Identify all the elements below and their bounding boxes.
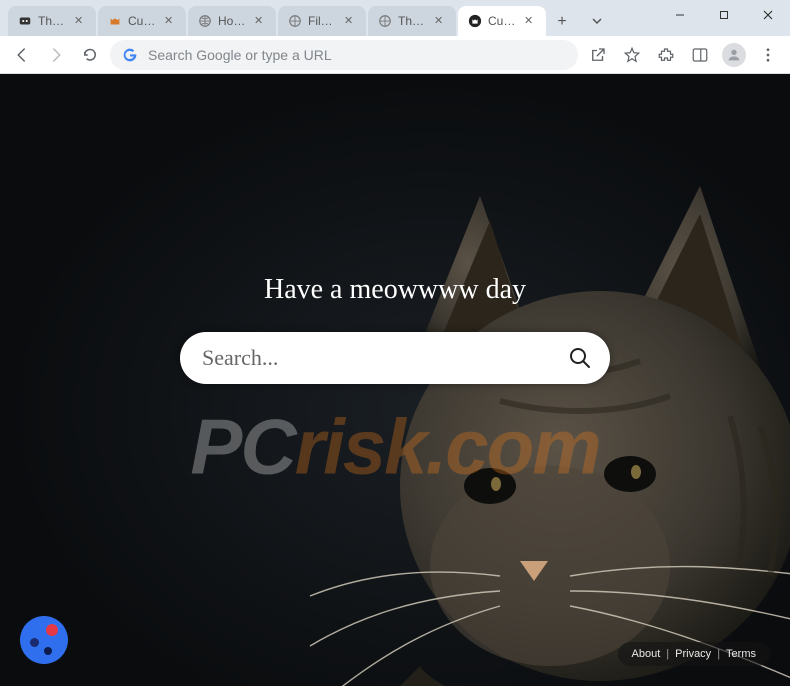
tabs-strip: The Pirate ✕ Cute Cats ✕ Home | C ✕ File… — [0, 0, 612, 36]
new-tab-button[interactable]: + — [548, 8, 576, 36]
tab-1[interactable]: Cute Cats ✕ — [98, 6, 186, 36]
favicon-pirate-icon — [18, 14, 32, 28]
footer-about-link[interactable]: About — [632, 648, 661, 660]
tab-title: The Pirate — [38, 14, 68, 28]
close-icon[interactable]: ✕ — [164, 15, 176, 27]
hero-section: Have a meowwww day — [180, 274, 610, 384]
tab-0[interactable]: The Pirate ✕ — [8, 6, 96, 36]
google-icon — [122, 47, 138, 63]
close-icon[interactable]: ✕ — [74, 15, 86, 27]
favicon-extension-icon — [468, 14, 482, 28]
footer-privacy-link[interactable]: Privacy — [675, 648, 711, 660]
tab-4[interactable]: Thank yo ✕ — [368, 6, 456, 36]
window-controls — [658, 0, 790, 30]
favicon-globe-icon — [198, 14, 212, 28]
separator: | — [666, 648, 669, 660]
tab-5-active[interactable]: Cute Cats ✕ — [458, 6, 546, 36]
avatar-icon — [722, 43, 746, 67]
close-icon[interactable]: ✕ — [434, 15, 446, 27]
tab-2[interactable]: Home | C ✕ — [188, 6, 276, 36]
tab-title: Cute Cats — [128, 14, 158, 28]
tabs-dropdown-button[interactable] — [582, 6, 612, 36]
tab-title: Home | C — [218, 14, 248, 28]
favicon-globe-icon — [288, 14, 302, 28]
tab-title: File Down — [308, 14, 338, 28]
forward-button[interactable] — [42, 41, 70, 69]
favicon-cat-icon — [108, 14, 122, 28]
favicon-globe-icon — [378, 14, 392, 28]
menu-button[interactable] — [754, 41, 782, 69]
close-icon[interactable]: ✕ — [254, 15, 266, 27]
profile-avatar[interactable] — [720, 41, 748, 69]
extensions-icon[interactable] — [652, 41, 680, 69]
search-icon[interactable] — [568, 346, 592, 370]
bookmark-icon[interactable] — [618, 41, 646, 69]
share-icon[interactable] — [584, 41, 612, 69]
search-box[interactable] — [180, 332, 610, 384]
close-icon[interactable]: ✕ — [524, 15, 536, 27]
hero-title: Have a meowwww day — [180, 274, 610, 306]
tab-title: Thank yo — [398, 14, 428, 28]
separator: | — [717, 648, 720, 660]
tab-title: Cute Cats — [488, 14, 518, 28]
browser-titlebar: The Pirate ✕ Cute Cats ✕ Home | C ✕ File… — [0, 0, 790, 36]
cat-image — [300, 166, 790, 686]
address-bar[interactable]: Search Google or type a URL — [110, 40, 578, 70]
search-input[interactable] — [202, 345, 568, 371]
back-button[interactable] — [8, 41, 36, 69]
footer-links: About | Privacy | Terms — [618, 642, 770, 666]
close-window-button[interactable] — [746, 0, 790, 30]
omnibox-placeholder: Search Google or type a URL — [148, 47, 566, 63]
watermark-part1: PC — [190, 403, 294, 491]
minimize-button[interactable] — [658, 0, 702, 30]
footer-terms-link[interactable]: Terms — [726, 648, 756, 660]
browser-toolbar: Search Google or type a URL — [0, 36, 790, 74]
close-icon[interactable]: ✕ — [344, 15, 356, 27]
maximize-button[interactable] — [702, 0, 746, 30]
tab-3[interactable]: File Down ✕ — [278, 6, 366, 36]
page-content: Have a meowwww day About | Privacy | Ter… — [0, 74, 790, 686]
sidepanel-icon[interactable] — [686, 41, 714, 69]
reload-button[interactable] — [76, 41, 104, 69]
yarn-ball-button[interactable] — [20, 616, 68, 664]
